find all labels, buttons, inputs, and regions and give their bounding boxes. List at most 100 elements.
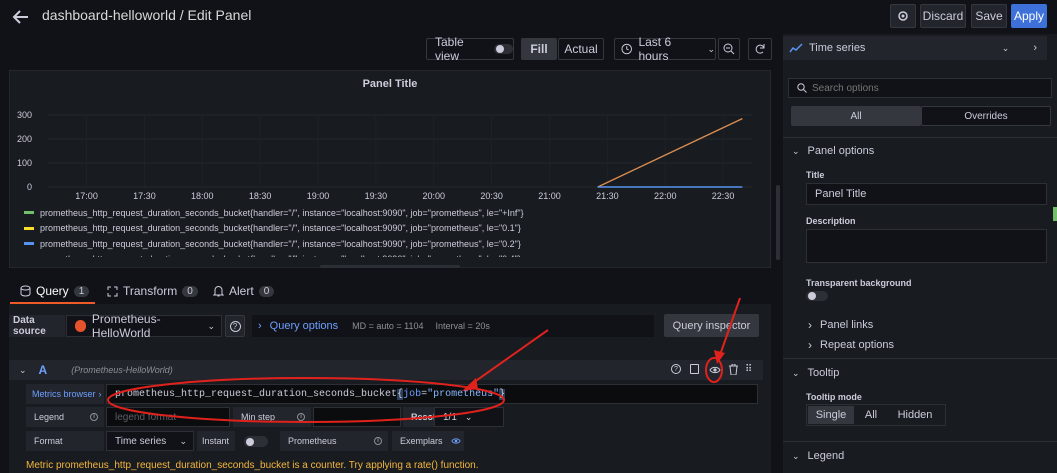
expr-value: "prometheus" (427, 388, 500, 400)
fill-button[interactable]: Fill (521, 38, 557, 60)
x-tick-label: 19:00 (307, 191, 330, 201)
tab-alert[interactable]: Alert 0 (213, 283, 275, 299)
sidebar-divider (783, 137, 1057, 138)
collapse-icon[interactable]: ⌄ (19, 365, 27, 376)
viz-label: Time series (809, 42, 866, 54)
panel-title: Panel Title (362, 78, 418, 90)
repeat-options-label: Repeat options (820, 339, 894, 351)
query-options-bar[interactable]: › Query options MD = auto = 1104 Interva… (252, 315, 654, 337)
legend-label: prometheus_http_request_duration_seconds… (40, 223, 521, 234)
page-title: dashboard-helloworld / Edit Panel (42, 7, 252, 23)
x-tick-label: 20:00 (422, 191, 445, 201)
chevron-down-icon: ⌄ (792, 367, 800, 378)
legend-input[interactable]: legend format (106, 407, 230, 427)
time-series-icon (789, 43, 803, 53)
tab-query[interactable]: Query 1 (20, 283, 90, 299)
panel-links-item[interactable]: › Panel links (808, 318, 873, 332)
sidebar-divider (783, 358, 1057, 359)
query-expression-input[interactable]: prometheus_http_request_duration_seconds… (106, 384, 758, 404)
format-select[interactable]: Time series ⌄ (106, 431, 194, 451)
tab-overrides[interactable]: Overrides (921, 106, 1051, 126)
discard-button[interactable]: Discard (920, 4, 966, 28)
query-ref: A (38, 363, 48, 377)
title-input[interactable]: Panel Title (806, 183, 1047, 205)
legend-placeholder: legend format (115, 411, 177, 423)
y-tick-label: 0 (27, 182, 32, 192)
help-icon[interactable]: ? (671, 364, 681, 374)
description-textarea[interactable] (806, 229, 1047, 263)
title-value: Panel Title (815, 188, 867, 200)
refresh-icon (755, 44, 765, 54)
scroll-handle[interactable] (320, 265, 460, 268)
back-icon[interactable] (12, 8, 30, 26)
trash-icon[interactable] (729, 364, 738, 375)
eye-icon[interactable] (450, 436, 461, 446)
chevron-right-icon: › (98, 389, 102, 399)
time-range-picker[interactable]: Last 6 hours ⌄ (614, 35, 716, 63)
expr-key: job (403, 388, 422, 400)
panel-scrollbar[interactable] (776, 185, 780, 260)
panel-container: Panel Title 300 200 100 0 17:00 17:30 18:00 18:… (9, 70, 771, 268)
legend-item[interactable]: prometheus_http_request_duration_seconds… (24, 221, 764, 237)
chevron-right-icon[interactable]: › (1033, 42, 1037, 54)
refresh-button[interactable] (748, 38, 772, 60)
instant-toggle[interactable] (244, 436, 268, 447)
transparent-toggle[interactable] (806, 291, 828, 301)
prometheus-label: Prometheus i (280, 431, 388, 451)
toggle-switch (494, 44, 513, 54)
min-step-input[interactable] (313, 407, 401, 427)
tab-all[interactable]: All (791, 106, 921, 126)
apply-button[interactable]: Apply (1011, 4, 1047, 28)
actual-button[interactable]: Actual (558, 38, 604, 60)
zoom-out-icon (723, 43, 735, 55)
panel-options-header[interactable]: ⌄ Panel options (792, 145, 874, 157)
duplicate-icon[interactable] (690, 364, 699, 374)
options-search[interactable] (788, 78, 1052, 98)
zoom-out-button[interactable] (718, 38, 740, 60)
legend-item[interactable]: prometheus_http_request_duration_seconds… (24, 205, 764, 221)
resolution-value: 1/1 (443, 411, 457, 423)
repeat-options-item[interactable]: › Repeat options (808, 338, 894, 352)
save-button[interactable]: Save (971, 4, 1007, 28)
chevron-down-icon: ⌄ (1001, 42, 1010, 53)
x-tick-label: 21:30 (596, 191, 619, 201)
sidebar-divider (783, 441, 1057, 442)
mode-hidden[interactable]: Hidden (888, 409, 942, 421)
y-tick-label: 300 (17, 110, 32, 120)
legend-header[interactable]: ⌄ Legend (792, 450, 844, 462)
eye-icon[interactable] (709, 364, 721, 376)
data-source-picker[interactable]: Prometheus-HelloWorld ⌄ (66, 312, 222, 340)
x-tick-label: 18:00 (191, 191, 214, 201)
tooltip-label: Tooltip (807, 367, 840, 379)
viz-picker[interactable]: Time series ⌄ › (783, 36, 1047, 60)
chevron-down-icon: ⌄ (792, 450, 800, 461)
legend-label: prometheus_http_request_duration_seconds… (40, 254, 521, 257)
legend-item[interactable]: prometheus_http_request_duration_seconds… (24, 236, 764, 252)
query-inspector-button[interactable]: Query inspector (664, 314, 759, 337)
input-edge-indicator (1053, 207, 1057, 221)
query-options-link[interactable]: Query options (270, 320, 338, 332)
panel-legend: prometheus_http_request_duration_seconds… (24, 205, 764, 257)
legend-label: Legend i (26, 407, 104, 427)
tooltip-mode-group: Single All Hidden (806, 404, 946, 426)
tab-transform[interactable]: Transform 0 (107, 283, 198, 299)
x-tick-label: 21:00 (538, 191, 561, 201)
question-icon: ? (229, 320, 241, 332)
series-line-inf (597, 117, 743, 188)
mode-single[interactable]: Single (808, 406, 854, 424)
help-button[interactable]: ? (225, 315, 245, 337)
tooltip-header[interactable]: ⌄ Tooltip (792, 367, 839, 379)
metrics-browser-button[interactable]: Metrics browser › (26, 384, 104, 404)
drag-handle-icon[interactable]: ⠿ (745, 364, 752, 375)
legend-item[interactable]: prometheus_http_request_duration_seconds… (24, 252, 764, 257)
mode-all[interactable]: All (854, 409, 888, 421)
gear-button[interactable] (890, 4, 916, 28)
table-view-toggle[interactable]: Table view (426, 35, 514, 63)
info-icon: i (90, 413, 98, 421)
legend-label: prometheus_http_request_duration_seconds… (40, 238, 521, 249)
chevron-down-icon: ⌄ (207, 320, 215, 331)
resolution-select[interactable]: 1/1 ⌄ (434, 407, 504, 427)
x-tick-label: 18:30 (249, 191, 272, 201)
search-input[interactable] (812, 82, 1032, 94)
chevron-down-icon: ⌄ (179, 435, 187, 446)
